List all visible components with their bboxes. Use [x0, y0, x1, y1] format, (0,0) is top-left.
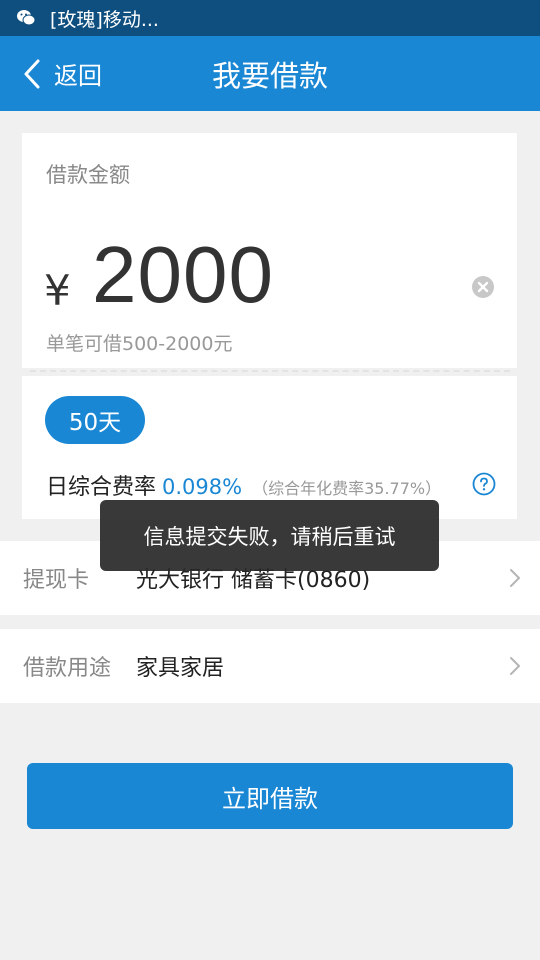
error-toast: 信息提交失败，请稍后重试	[100, 500, 439, 571]
clear-icon[interactable]	[471, 275, 495, 299]
loan-term-card: 50天 日综合费率 0.098% （综合年化费率35.77%）	[22, 376, 517, 519]
page-title: 我要借款	[211, 58, 328, 93]
loan-amount-card: 借款金额 ¥ 2000 单笔可借500-2000元	[22, 133, 517, 368]
amount-hint: 单笔可借500-2000元	[46, 333, 233, 355]
chevron-right-icon	[510, 569, 520, 587]
card-divider	[30, 370, 510, 372]
loan-purpose-row[interactable]: 借款用途 家具家居	[0, 629, 540, 703]
status-bar: [玫瑰]移动...	[0, 0, 540, 36]
status-notification-text: [玫瑰]移动...	[50, 8, 159, 31]
currency-symbol: ¥	[44, 266, 71, 315]
nav-bar: 返回 我要借款	[0, 36, 540, 111]
amount-input[interactable]: 2000	[92, 229, 274, 321]
amount-label: 借款金额	[46, 163, 130, 187]
rate-row: 日综合费率 0.098% （综合年化费率35.77%）	[46, 469, 506, 500]
loan-purpose-value: 家具家居	[136, 656, 225, 681]
help-icon[interactable]	[472, 472, 496, 496]
withdraw-card-label: 提现卡	[23, 568, 90, 593]
term-option-button[interactable]: 50天	[45, 396, 145, 444]
borrow-now-button[interactable]: 立即借款	[27, 763, 513, 829]
chevron-right-icon	[510, 657, 520, 675]
daily-rate-value: 0.098%	[162, 475, 243, 499]
annual-rate-note: （综合年化费率35.77%）	[252, 479, 442, 498]
loan-purpose-label: 借款用途	[23, 656, 112, 681]
wechat-icon	[17, 10, 36, 26]
daily-rate-label: 日综合费率	[46, 475, 157, 500]
